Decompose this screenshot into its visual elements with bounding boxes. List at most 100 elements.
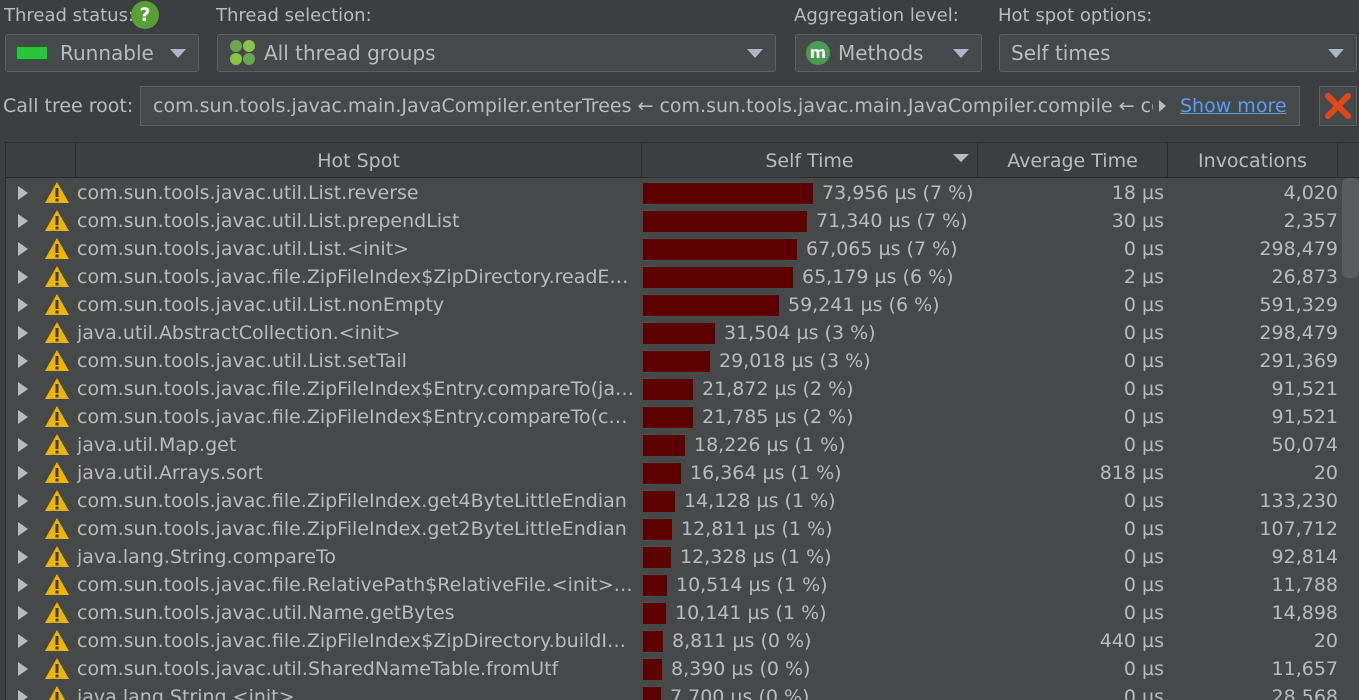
expand-arrow-icon[interactable] [18,494,28,508]
call-tree-root-label: Call tree root: [3,95,134,117]
expand-arrow-icon[interactable] [18,466,28,480]
hotspot-options-label: Hot spot options: [998,5,1153,26]
table-row[interactable]: com.sun.tools.javac.file.ZipFileIndex$Zi… [6,262,1359,290]
average-time-value: 0 µs [1123,546,1164,568]
self-time-value: 12,328 µs (1 %) [680,546,832,568]
invocations-value: 91,521 [1271,378,1338,400]
invocations-value: 298,479 [1259,322,1338,344]
expand-arrow-icon[interactable] [18,354,28,368]
self-time-bar [643,351,710,372]
thread-selection-dropdown[interactable]: All thread groups [217,34,776,72]
warning-icon [45,182,69,203]
expand-arrow-icon[interactable] [18,242,28,256]
table-row[interactable]: com.sun.tools.javac.file.ZipFileIndex$En… [6,374,1359,402]
header-hot-spot[interactable]: Hot Spot [76,143,642,177]
help-icon[interactable]: ? [131,1,159,29]
hotspot-method-name: java.lang.String.compareTo [77,546,337,568]
expand-arrow-icon[interactable] [18,522,28,536]
average-time-value: 2 µs [1123,266,1164,288]
self-time-bar [643,687,661,700]
expand-arrow-icon[interactable] [18,662,28,676]
hotspot-method-name: com.sun.tools.javac.file.ZipFileIndex$Zi… [77,266,637,288]
self-time-bar [643,631,663,652]
expand-arrow-icon[interactable] [18,326,28,340]
warning-icon [45,238,69,259]
self-time-value: 65,179 µs (6 %) [802,266,954,288]
table-row[interactable]: com.sun.tools.javac.util.SharedNameTable… [6,654,1359,682]
sort-descending-icon [953,154,969,162]
table-row[interactable]: java.lang.String.<init> 7,700 µs (0 %) 0 µ… [6,682,1359,700]
warning-icon [45,658,69,679]
self-time-bar [643,547,671,568]
self-time-bar [643,659,662,680]
thread-selection-value: All thread groups [264,41,436,65]
expand-arrow-icon[interactable] [18,186,28,200]
table-row[interactable]: com.sun.tools.javac.util.List.prependLis… [6,206,1359,234]
table-row[interactable]: java.util.Map.get 18,226 µs (1 %) 0 µs 50,0… [6,430,1359,458]
table-row[interactable]: com.sun.tools.javac.util.List.nonEmpty 59… [6,290,1359,318]
expand-arrow-icon[interactable] [18,438,28,452]
more-arrow-icon [1159,100,1166,112]
table-row[interactable]: java.util.Arrays.sort 16,364 µs (1 %) 818 … [6,458,1359,486]
thread-groups-icon [230,40,256,66]
average-time-value: 0 µs [1123,322,1164,344]
self-time-bar [643,211,807,232]
hotspot-method-name: com.sun.tools.javac.file.ZipFileIndex$En… [77,406,637,428]
invocations-value: 50,074 [1271,434,1338,456]
invocations-value: 28,568 [1271,686,1338,700]
self-time-bar [643,435,685,456]
methods-icon: m [806,41,830,65]
expand-arrow-icon[interactable] [18,606,28,620]
self-time-value: 8,390 µs (0 %) [671,658,811,680]
expand-arrow-icon[interactable] [18,410,28,424]
header-self-time[interactable]: Self Time [642,143,978,177]
self-time-value: 31,504 µs (3 %) [724,322,876,344]
self-time-value: 8,811 µs (0 %) [672,630,812,652]
invocations-value: 20 [1313,462,1338,484]
invocations-value: 14,898 [1271,602,1338,624]
table-row[interactable]: java.util.AbstractCollection.<init> 31,50… [6,318,1359,346]
vertical-scrollbar[interactable] [1342,178,1359,278]
table-row[interactable]: com.sun.tools.javac.file.ZipFileIndex$En… [6,402,1359,430]
thread-status-dropdown[interactable]: Runnable [5,34,199,72]
table-row[interactable]: com.sun.tools.javac.util.Name.getBytes 10… [6,598,1359,626]
self-time-value: 16,364 µs (1 %) [690,462,842,484]
header-average-time[interactable]: Average Time [978,143,1168,177]
self-time-value: 59,241 µs (6 %) [788,294,940,316]
aggregation-level-dropdown[interactable]: m Methods [795,34,982,72]
table-row[interactable]: com.sun.tools.javac.file.RelativePath$Re… [6,570,1359,598]
expand-arrow-icon[interactable] [18,690,28,700]
self-time-bar [643,239,797,260]
table-row[interactable]: com.sun.tools.javac.util.List.<init> 67,0… [6,234,1359,262]
hotspot-method-name: com.sun.tools.javac.util.List.nonEmpty [77,294,445,316]
header-invocations[interactable]: Invocations [1168,143,1338,177]
hotspot-options-dropdown[interactable]: Self times [999,34,1357,72]
expand-arrow-icon[interactable] [18,214,28,228]
table-row[interactable]: com.sun.tools.javac.file.ZipFileIndex.ge… [6,486,1359,514]
hotspot-method-name: com.sun.tools.javac.util.List.prependLis… [77,210,460,232]
expand-arrow-icon[interactable] [18,634,28,648]
table-row[interactable]: java.lang.String.compareTo 12,328 µs (1 %… [6,542,1359,570]
table-row[interactable]: com.sun.tools.javac.file.ZipFileIndex.ge… [6,514,1359,542]
table-row[interactable]: com.sun.tools.javac.file.ZipFileIndex$Zi… [6,626,1359,654]
table-row[interactable]: com.sun.tools.javac.util.List.reverse 73,… [6,178,1359,206]
thread-selection-label: Thread selection: [216,5,372,26]
remove-call-tree-root-button[interactable] [1319,86,1357,126]
hotspot-method-name: com.sun.tools.javac.file.ZipFileIndex$Zi… [77,630,637,652]
self-time-value: 73,956 µs (7 %) [822,182,974,204]
table-row[interactable]: com.sun.tools.javac.util.List.setTail 29,… [6,346,1359,374]
show-more-link[interactable]: Show more [1180,95,1287,117]
warning-icon [49,686,65,700]
hotspot-method-name: java.util.Arrays.sort [77,462,263,484]
invocations-value: 91,521 [1271,406,1338,428]
average-time-value: 0 µs [1123,378,1164,400]
self-time-bar [643,323,715,344]
expand-arrow-icon[interactable] [18,298,28,312]
expand-arrow-icon[interactable] [18,270,28,284]
header-self-time-label: Self Time [765,150,854,172]
expand-arrow-icon[interactable] [18,578,28,592]
hotspot-method-name: com.sun.tools.javac.util.List.setTail [77,350,407,372]
average-time-value: 0 µs [1123,434,1164,456]
expand-arrow-icon[interactable] [18,382,28,396]
expand-arrow-icon[interactable] [18,550,28,564]
